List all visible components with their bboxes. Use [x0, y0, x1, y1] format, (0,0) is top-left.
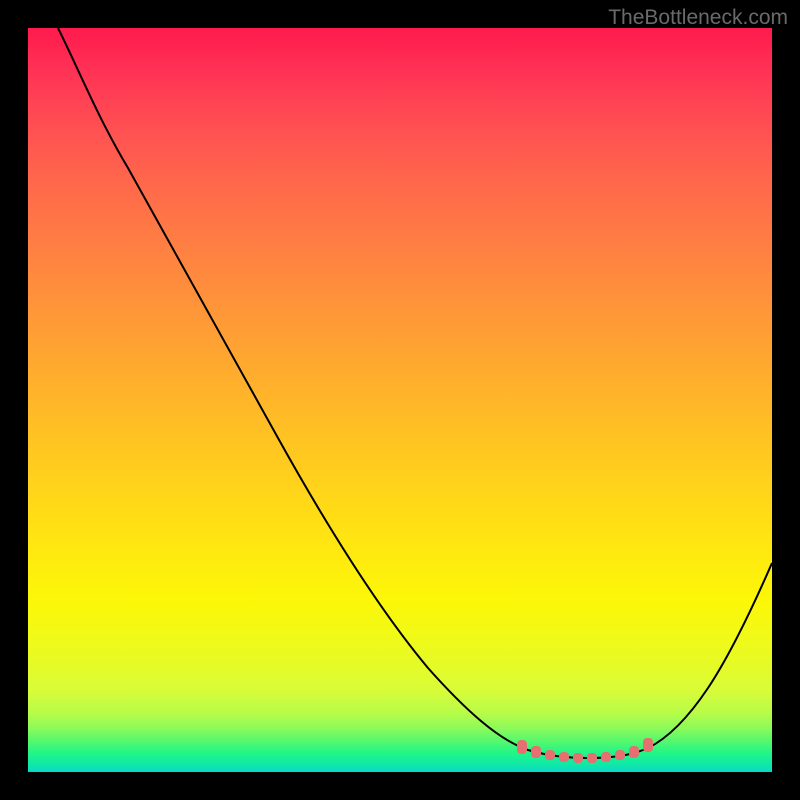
marker-dot — [531, 746, 541, 758]
marker-dot — [643, 738, 653, 752]
optimal-zone-markers — [517, 738, 653, 763]
chart-svg — [28, 28, 772, 772]
marker-dot — [615, 750, 625, 760]
marker-dot — [629, 746, 639, 758]
marker-dot — [545, 750, 555, 760]
marker-dot — [587, 753, 597, 763]
bottleneck-curve-line — [58, 28, 772, 758]
marker-dot — [601, 752, 611, 762]
marker-dot — [517, 740, 527, 754]
chart-plot-area — [28, 28, 772, 772]
marker-dot — [573, 753, 583, 763]
watermark-text: TheBottleneck.com — [608, 6, 788, 30]
marker-dot — [559, 752, 569, 762]
